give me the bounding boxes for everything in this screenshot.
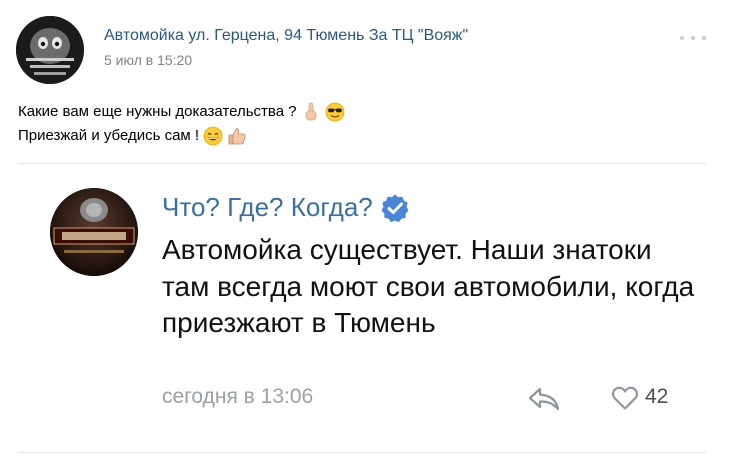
comment-text: Автомойка существует. Наши знатоки там в… [162, 234, 695, 338]
channel-name: Что? Где? Когда? [162, 192, 373, 222]
post-date[interactable]: 5 июл в 15:20 [104, 52, 192, 68]
dot-icon [702, 36, 706, 40]
post-line-2-text: Приезжай и убедись сам ! [18, 127, 200, 144]
heart-icon[interactable] [611, 385, 639, 411]
community-avatar[interactable] [16, 16, 84, 84]
channel-header: Что? Где? Когда? [162, 192, 410, 223]
post-line-1: Какие вам еще нужны доказательства ? [18, 100, 345, 124]
dot-icon [680, 36, 684, 40]
channel-avatar [50, 188, 138, 276]
more-options-button[interactable] [680, 31, 706, 45]
dot-icon [691, 36, 695, 40]
divider-bottom [18, 452, 706, 453]
comment-time: сегодня в 13:06 [162, 385, 314, 408]
community-name-link[interactable]: Автомойка ул. Герцена, 94 Тюмень За ТЦ "… [104, 27, 468, 45]
sunglasses-face-icon [325, 102, 345, 122]
like-count: 42 [645, 385, 669, 408]
post-line-1-text: Какие вам еще нужны доказательства ? [18, 103, 297, 120]
post-line-2: Приезжай и убедись сам ! [18, 124, 345, 148]
divider-top [18, 163, 706, 164]
post-text: Какие вам еще нужны доказательства ? При… [18, 100, 345, 148]
thumbs-up-icon [227, 126, 247, 146]
grinning-face-icon [203, 126, 223, 146]
index-finger-up-icon [301, 102, 321, 122]
reply-icon[interactable] [527, 386, 561, 412]
verified-check-icon [380, 193, 410, 223]
